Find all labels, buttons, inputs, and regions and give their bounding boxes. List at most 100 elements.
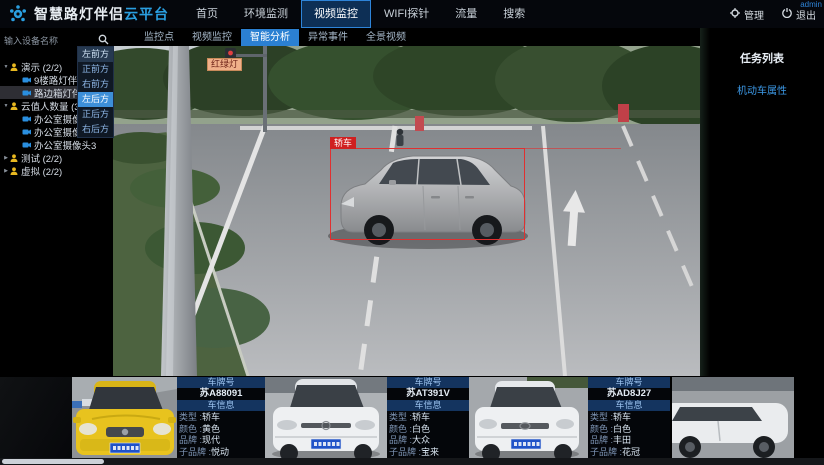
tab-smart-analysis[interactable]: 智能分析 xyxy=(241,29,299,46)
camera-icon xyxy=(22,76,31,84)
info-label: 类型 xyxy=(179,413,202,423)
info-value: 花冠 xyxy=(622,448,640,458)
tree-label: 虚拟 (2/2) xyxy=(21,164,62,178)
caret-right-icon[interactable]: ▶ xyxy=(2,168,10,174)
vehicle-snapshot-image[interactable] xyxy=(469,377,588,458)
tab-monitor-points[interactable]: 监控点 xyxy=(135,29,183,46)
plate-number: 苏A88091 xyxy=(177,388,265,400)
brand-logo: 智慧路灯伴侣云平台 xyxy=(0,4,169,24)
device-search-input[interactable] xyxy=(4,36,98,46)
info-label: 品牌 xyxy=(179,436,202,446)
vehicle-snapshot-image[interactable] xyxy=(72,377,177,458)
logout-button[interactable]: 退出 xyxy=(782,7,816,22)
info-header: 车信息 xyxy=(177,400,265,411)
tree-label: 测试 (2/2) xyxy=(21,151,62,165)
person-icon xyxy=(10,63,18,71)
manage-button[interactable]: 管理 xyxy=(730,7,764,22)
info-value: 宝来 xyxy=(421,448,439,458)
snapshot-partial-left xyxy=(0,377,72,458)
nav-item-search[interactable]: 搜索 xyxy=(490,0,538,28)
info-label: 类型 xyxy=(389,413,412,423)
brand-suffix: 云平台 xyxy=(124,6,169,22)
motor-vehicle-attr-link[interactable]: 机动车属性 xyxy=(700,82,824,97)
direction-option-rear[interactable]: 正后方 xyxy=(78,107,113,122)
person-icon xyxy=(10,167,18,175)
tree-device-office-cam3[interactable]: 办公室摄像头3 xyxy=(0,138,113,151)
plate-header: 车牌号 xyxy=(177,377,265,388)
plate-number: 苏AT391V xyxy=(387,388,469,400)
logout-label: 退出 xyxy=(796,7,816,22)
info-label: 子品牌 xyxy=(179,448,211,458)
direction-option-rear-left[interactable]: 左后方 xyxy=(78,92,113,107)
scrollbar-thumb[interactable] xyxy=(2,459,104,464)
plate-header: 车牌号 xyxy=(588,377,670,388)
gear-icon xyxy=(730,8,740,21)
direction-option-front-left[interactable]: 左前方 xyxy=(78,47,113,62)
vehicle-snapshot-image[interactable] xyxy=(265,377,387,458)
tab-abnormal-events[interactable]: 异常事件 xyxy=(299,29,357,46)
vehicle-info-panel: 车牌号 苏AD8J27 车信息 类型轿车 颜色白色 品牌丰田 子品牌花冠 年份2… xyxy=(588,377,670,458)
header-actions: 管理 退出 xyxy=(730,0,816,28)
task-panel: 任务列表 机动车属性 xyxy=(700,28,824,376)
nav-item-home[interactable]: 首页 xyxy=(183,0,231,28)
info-value: 现代 xyxy=(202,436,220,446)
vehicle-detection-label: 轿车 xyxy=(330,137,356,149)
info-label: 子品牌 xyxy=(389,448,421,458)
direction-option-front[interactable]: 正前方 xyxy=(78,62,113,77)
info-label: 颜色 xyxy=(179,425,202,435)
info-value: 白色 xyxy=(613,425,631,435)
caret-right-icon[interactable]: ▶ xyxy=(2,155,10,161)
info-value: 轿车 xyxy=(613,413,631,423)
info-value: 大众 xyxy=(412,436,430,446)
caret-down-icon[interactable]: ▼ xyxy=(2,103,10,109)
info-label: 品牌 xyxy=(590,436,613,446)
caret-down-icon[interactable]: ▼ xyxy=(2,64,10,70)
info-value: 轿车 xyxy=(412,413,430,423)
direction-option-front-right[interactable]: 右前方 xyxy=(78,77,113,92)
info-header: 车信息 xyxy=(588,400,670,411)
camera-icon xyxy=(22,141,31,149)
brand-name: 智慧路灯伴侣 xyxy=(34,6,124,22)
person-icon xyxy=(10,154,18,162)
nav-item-environment[interactable]: 环境监测 xyxy=(231,0,301,28)
task-list-title: 任务列表 xyxy=(700,50,824,66)
panel-edge-shadow xyxy=(700,28,710,376)
vehicle-snapshot-image-partial[interactable] xyxy=(672,377,794,458)
nav-item-traffic[interactable]: 流量 xyxy=(442,0,490,28)
gear-logo-icon xyxy=(8,4,28,24)
nav-item-video[interactable]: 视频监控 xyxy=(301,0,371,28)
info-value: 悦动 xyxy=(211,448,229,458)
info-label: 类型 xyxy=(590,413,613,423)
info-label: 品牌 xyxy=(389,436,412,446)
tab-panorama-video[interactable]: 全景视频 xyxy=(357,29,415,46)
vehicle-info-panel: 车牌号 苏A88091 车信息 类型轿车 颜色黄色 品牌现代 子品牌悦动 年份2… xyxy=(177,377,265,458)
tree-group-virtual[interactable]: ▶ 虚拟 (2/2) xyxy=(0,164,113,177)
tab-video-monitor[interactable]: 视频监控 xyxy=(183,29,241,46)
detection-line xyxy=(525,148,621,149)
info-value: 丰田 xyxy=(613,436,631,446)
info-label: 颜色 xyxy=(389,425,412,435)
horizontal-scrollbar[interactable] xyxy=(0,458,824,465)
video-feed[interactable]: 轿车 红绿灯 xyxy=(113,46,700,376)
tree-label: 办公室摄像头3 xyxy=(34,138,96,152)
info-value: 轿车 xyxy=(202,413,220,423)
camera-icon xyxy=(22,115,31,123)
person-icon xyxy=(10,102,18,110)
nav-item-wifi[interactable]: WIFI探针 xyxy=(371,0,442,28)
info-label: 子品牌 xyxy=(590,448,622,458)
vehicle-info-panel: 车牌号 苏AT391V 车信息 类型轿车 颜色白色 品牌大众 子品牌宝来 年份2… xyxy=(387,377,469,458)
camera-icon xyxy=(22,89,31,97)
manage-label: 管理 xyxy=(744,7,764,22)
vehicle-detection-box: 轿车 xyxy=(330,148,525,240)
camera-direction-menu: 左前方 正前方 右前方 左后方 正后方 右后方 xyxy=(77,46,114,138)
tree-group-test[interactable]: ▶ 测试 (2/2) xyxy=(0,151,113,164)
top-bar: 智慧路灯伴侣云平台 首页 环境监测 视频监控 WIFI探针 流量 搜索 admi… xyxy=(0,0,824,28)
snapshot-strip: 车牌号 苏A88091 车信息 类型轿车 颜色黄色 品牌现代 子品牌悦动 年份2… xyxy=(0,377,824,458)
video-sub-tabs: 监控点 视频监控 智能分析 异常事件 全景视频 xyxy=(135,29,415,46)
info-label: 颜色 xyxy=(590,425,613,435)
info-value: 白色 xyxy=(412,425,430,435)
main-nav: 首页 环境监测 视频监控 WIFI探针 流量 搜索 xyxy=(183,0,538,28)
info-header: 车信息 xyxy=(387,400,469,411)
direction-option-rear-right[interactable]: 右后方 xyxy=(78,122,113,137)
app-root: 智慧路灯伴侣云平台 首页 环境监测 视频监控 WIFI探针 流量 搜索 admi… xyxy=(0,0,824,465)
